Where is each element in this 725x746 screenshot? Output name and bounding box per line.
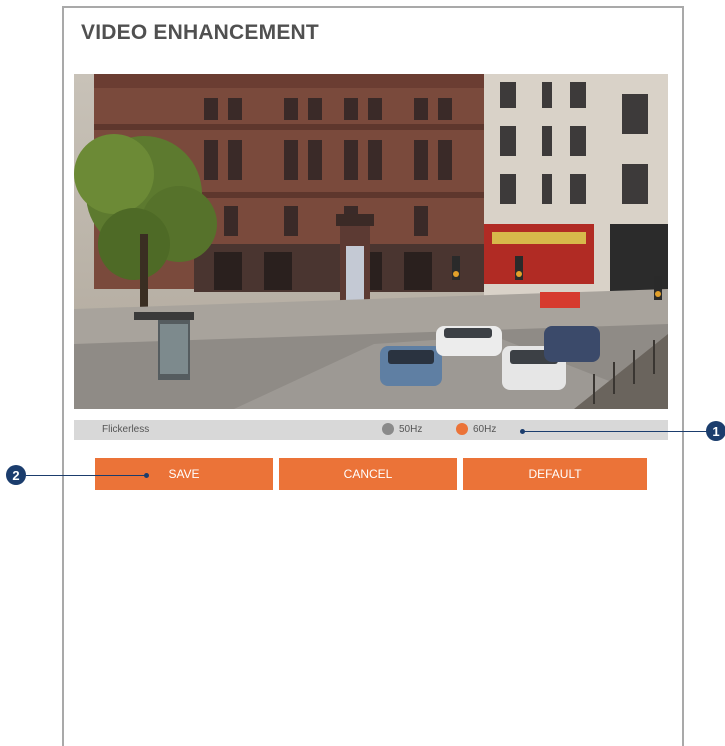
callout-2-line [26,475,146,476]
save-button[interactable]: SAVE [95,458,273,490]
street-scene-image [74,74,668,409]
radio-50hz-label: 50Hz [399,423,423,435]
cancel-button[interactable]: CANCEL [279,458,457,490]
flickerless-label: Flickerless [102,424,150,435]
callout-2-anchor [144,473,149,478]
camera-preview [74,74,668,409]
page-title: VIDEO ENHANCEMENT [81,21,319,44]
radio-60hz-label: 60Hz [473,423,497,435]
radio-60hz-dot[interactable] [456,423,468,435]
callout-1-badge: 1 [706,421,725,441]
default-button[interactable]: DEFAULT [463,458,647,490]
callout-1-line [524,431,708,432]
flickerless-row: Flickerless 50Hz 60Hz [74,420,668,440]
radio-60hz[interactable]: 60Hz [456,423,496,435]
radio-50hz[interactable]: 50Hz [382,423,422,435]
radio-50hz-dot[interactable] [382,423,394,435]
callout-2-badge: 2 [6,465,26,485]
